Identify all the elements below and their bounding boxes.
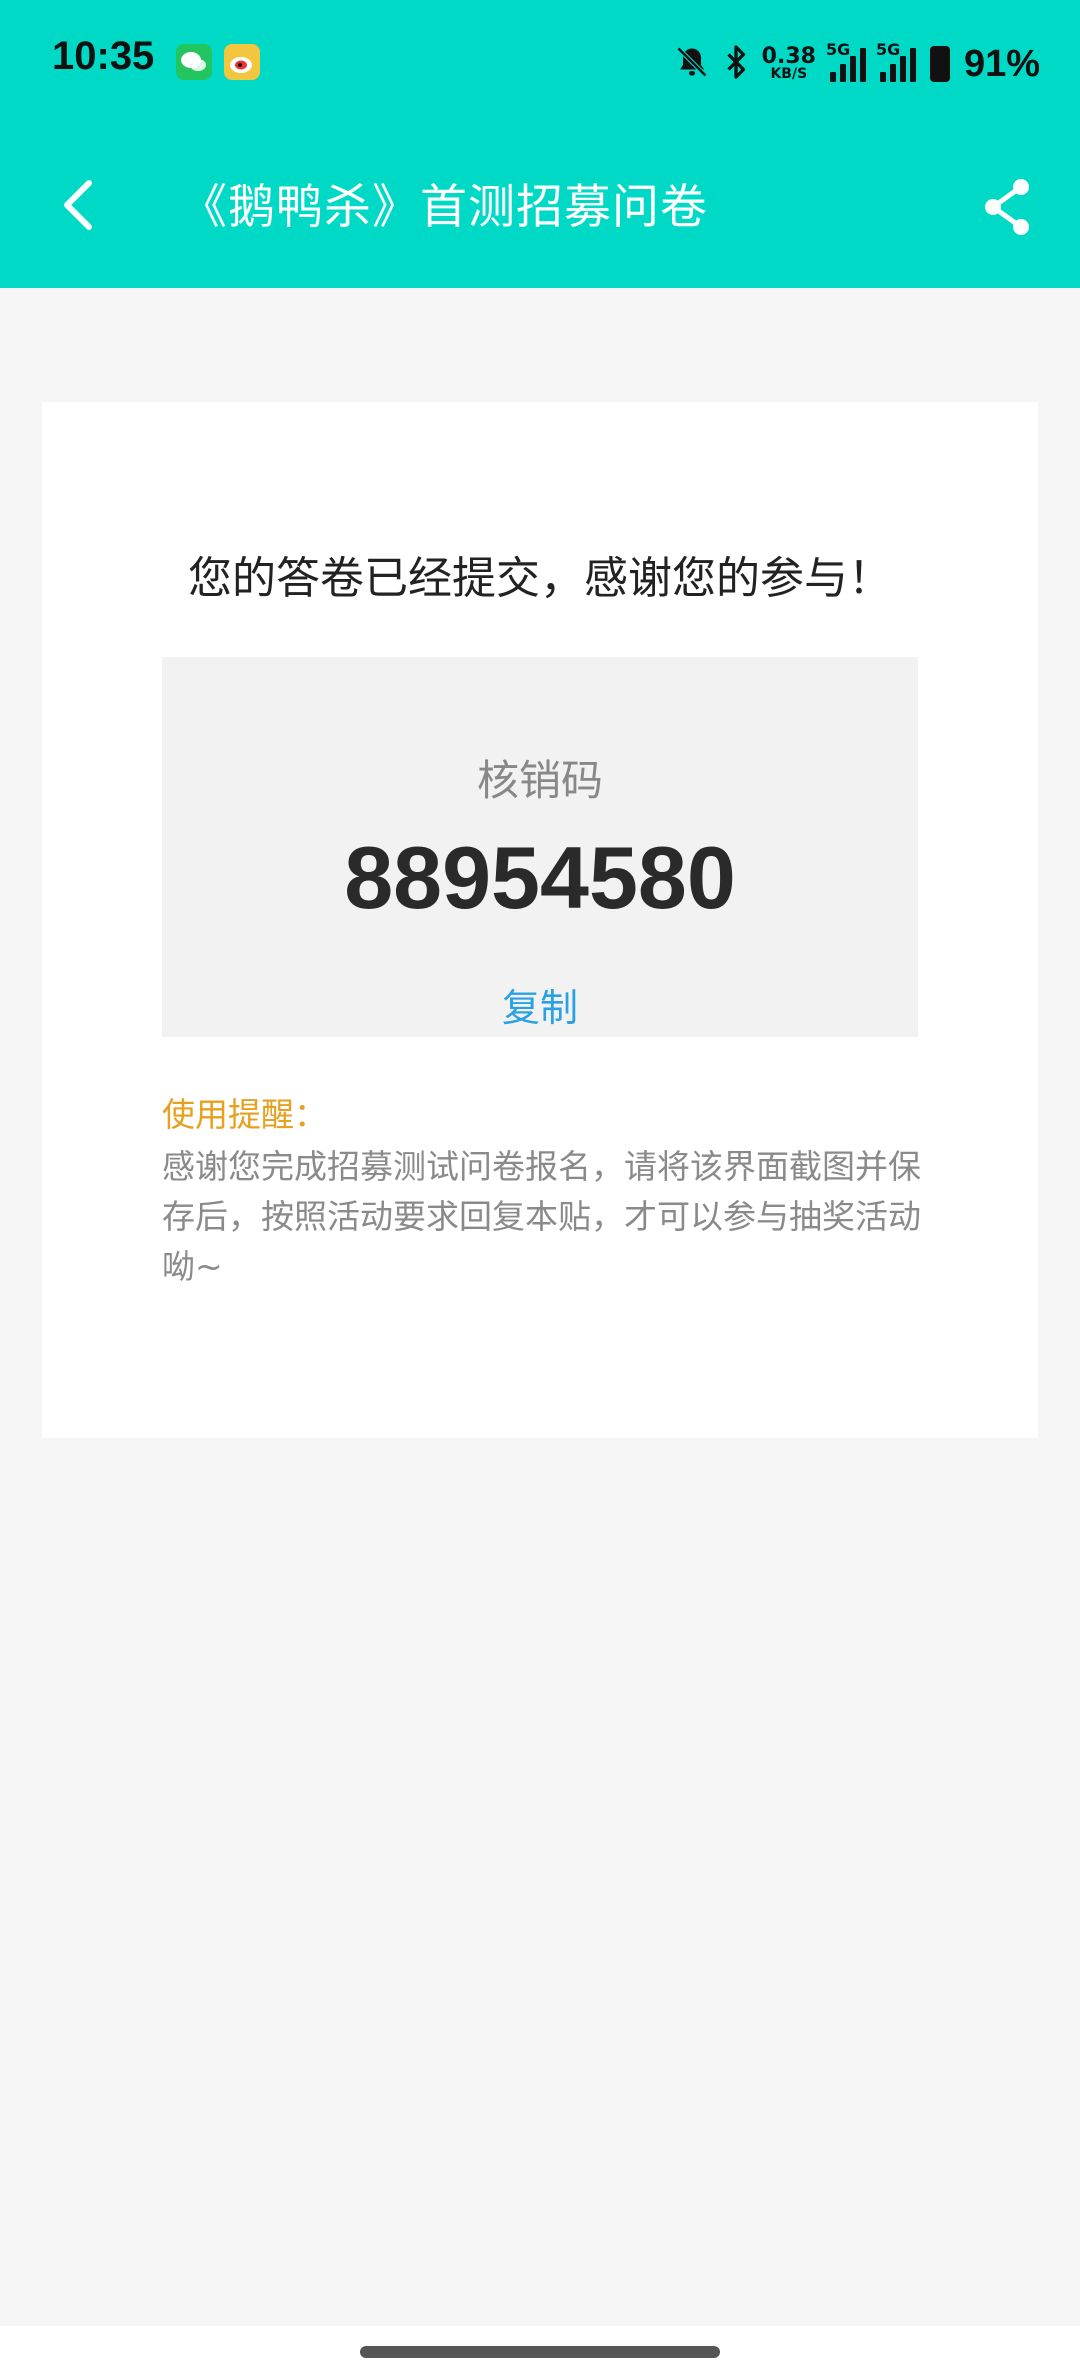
page-title: 《鹅鸭杀》首测招募问卷 [180,180,708,235]
result-card: 您的答卷已经提交，感谢您的参与！ 核销码 88954580 复制 使用提醒： 感… [42,402,1038,1438]
bell-off-icon [674,44,710,84]
code-label: 核销码 [476,756,603,805]
success-message: 您的答卷已经提交，感谢您的参与！ [188,553,892,604]
app-bar: 《鹅鸭杀》首测招募问卷 [0,130,1080,288]
net-speed-unit: KB/S [770,66,808,82]
back-button[interactable] [42,170,112,240]
battery-icon [929,46,950,82]
signal-2-icon: 5G [876,40,916,82]
chevron-left-icon [64,180,92,230]
signal-2-tag: 5G [875,40,901,59]
status-time: 10:35 [52,34,155,78]
network-speed: 0.38 KB/S [761,44,816,82]
wechat-icon [176,44,212,80]
tip-title: 使用提醒： [162,1095,327,1134]
weibo-icon [224,44,260,80]
signal-1-tag: 5G [825,40,851,59]
share-button[interactable] [972,172,1042,242]
verification-code: 88954580 [344,828,736,927]
code-box: 核销码 88954580 复制 [162,657,918,1037]
signal-1-icon: 5G [826,40,866,82]
share-icon [985,179,1029,235]
battery-percent: 91% [963,42,1040,85]
home-indicator[interactable] [360,2346,720,2358]
tip-text: 感谢您完成招募测试问卷报名，请将该界面截图并保存后，按照活动要求回复本贴，才可以… [162,1147,921,1286]
status-bar: 10:35 0.38 KB/S 5G 5G 91% [0,0,1080,130]
bluetooth-icon [724,44,748,84]
status-icons: 0.38 KB/S 5G 5G 91% [674,36,1040,92]
bottom-nav [0,2326,1080,2376]
copy-button[interactable]: 复制 [162,977,918,1032]
net-speed-value: 0.38 [761,44,816,69]
